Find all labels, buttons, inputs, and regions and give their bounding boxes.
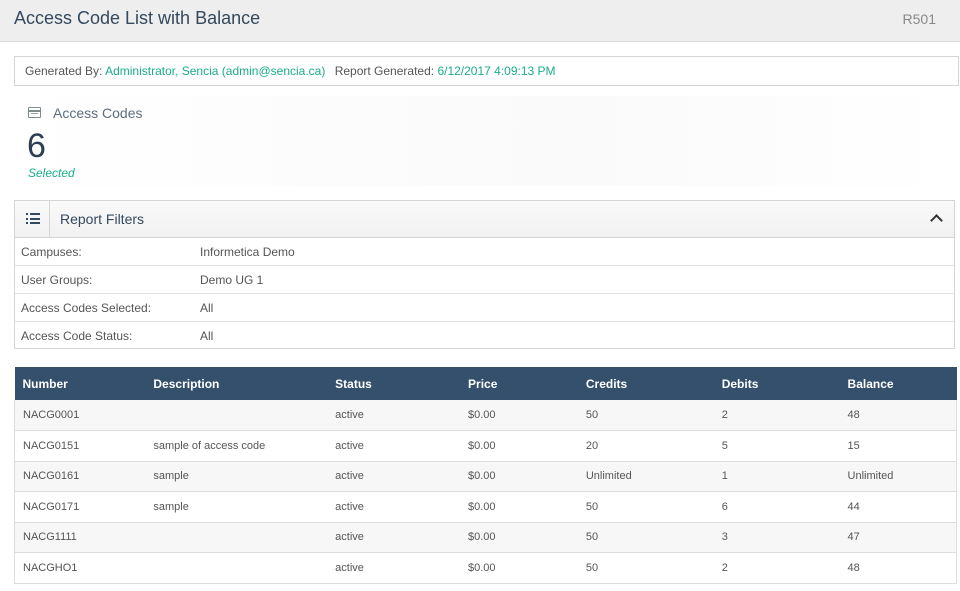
report-filters-title: Report Filters <box>60 211 145 227</box>
cell-description <box>145 522 328 553</box>
stat-label: Access Codes <box>53 105 143 121</box>
cell-credits: 50 <box>577 400 714 431</box>
table-row: NACG0161 sample active $0.00 Unlimited 1… <box>14 461 957 492</box>
column-header-balance[interactable]: Balance <box>839 367 957 400</box>
cell-number: NACGHO1 <box>14 552 146 584</box>
filter-label: Access Code Status: <box>21 329 133 343</box>
filter-label: Access Codes Selected: <box>21 301 152 315</box>
cell-debits: 3 <box>713 522 840 553</box>
column-header-price[interactable]: Price <box>460 367 578 400</box>
cell-price: $0.00 <box>460 522 578 553</box>
table-header-row: Number Description Status Price Credits … <box>14 367 957 400</box>
chevron-up-icon[interactable] <box>930 214 943 227</box>
report-generated-value: 6/12/2017 4:09:13 PM <box>437 64 556 78</box>
cell-status: active <box>327 552 461 584</box>
filter-row-access-codes-selected: Access Codes Selected: All <box>15 294 954 322</box>
filter-label: User Groups: <box>21 273 93 287</box>
cell-description: sample of access code <box>145 430 328 462</box>
access-codes-stat: Access Codes 6 Selected <box>14 96 950 186</box>
cell-status: active <box>327 522 461 553</box>
list-icon <box>26 213 40 224</box>
column-header-credits[interactable]: Credits <box>577 367 714 400</box>
cell-credits: Unlimited <box>577 461 714 492</box>
cell-balance: 44 <box>839 491 957 523</box>
cell-balance: 15 <box>839 430 957 462</box>
report-filters-header[interactable]: Report Filters <box>15 201 954 238</box>
cell-credits: 50 <box>577 552 714 584</box>
cell-number: NACG0151 <box>14 430 146 462</box>
table-row: NACGHO1 active $0.00 50 2 48 <box>14 552 957 584</box>
cell-balance: 47 <box>839 522 957 553</box>
filter-value: All <box>200 301 214 315</box>
cell-description <box>145 400 328 431</box>
report-generated-label: Report Generated: <box>334 64 435 78</box>
column-header-description[interactable]: Description <box>145 367 328 400</box>
cell-number: NACG0171 <box>14 491 146 523</box>
column-header-number[interactable]: Number <box>14 367 146 400</box>
filters-icon-box <box>15 201 50 237</box>
filter-row-access-code-status: Access Code Status: All <box>15 322 954 350</box>
cell-description: sample <box>145 461 328 492</box>
cell-status: active <box>327 430 461 462</box>
cell-debits: 5 <box>713 430 840 462</box>
cell-price: $0.00 <box>460 461 578 492</box>
cell-number: NACG0161 <box>14 461 146 492</box>
stat-sub: Selected <box>28 166 75 180</box>
cell-credits: 50 <box>577 522 714 553</box>
table-row: NACG0001 active $0.00 50 2 48 <box>14 400 957 431</box>
filter-row-campuses: Campuses: Informetica Demo <box>15 238 954 266</box>
cell-debits: 6 <box>713 491 840 523</box>
access-codes-table: Number Description Status Price Credits … <box>14 367 957 584</box>
filter-row-user-groups: User Groups: Demo UG 1 <box>15 266 954 294</box>
table-row: NACG0171 sample active $0.00 50 6 44 <box>14 491 957 523</box>
cell-credits: 50 <box>577 491 714 523</box>
filter-label: Campuses: <box>21 245 82 259</box>
cell-balance: Unlimited <box>839 461 957 492</box>
cell-status: active <box>327 491 461 523</box>
report-filters-panel: Report Filters Campuses: Informetica Dem… <box>14 200 955 349</box>
cell-balance: 48 <box>839 552 957 584</box>
cell-status: active <box>327 461 461 492</box>
page-title: Access Code List with Balance <box>14 8 261 28</box>
stat-value: 6 <box>27 127 46 165</box>
cell-number: NACG1111 <box>14 522 146 553</box>
report-code: R501 <box>902 11 936 27</box>
cell-number: NACG0001 <box>14 400 146 431</box>
title-bar: Access Code List with Balance R501 <box>0 0 960 42</box>
cell-price: $0.00 <box>460 491 578 523</box>
cell-description <box>145 552 328 584</box>
column-header-debits[interactable]: Debits <box>713 367 840 400</box>
filter-value: Demo UG 1 <box>200 273 264 287</box>
cell-debits: 2 <box>713 552 840 584</box>
filter-value: All <box>200 329 214 343</box>
generated-info: Generated By: Administrator, Sencia (adm… <box>14 56 959 86</box>
cell-status: active <box>327 400 461 431</box>
cell-price: $0.00 <box>460 552 578 584</box>
cell-debits: 2 <box>713 400 840 431</box>
credit-card-icon <box>28 107 41 118</box>
generated-by-value: Administrator, Sencia (admin@sencia.ca) <box>105 64 326 78</box>
cell-debits: 1 <box>713 461 840 492</box>
cell-credits: 20 <box>577 430 714 462</box>
column-header-status[interactable]: Status <box>327 367 461 400</box>
cell-description: sample <box>145 491 328 523</box>
cell-balance: 48 <box>839 400 957 431</box>
cell-price: $0.00 <box>460 430 578 462</box>
cell-price: $0.00 <box>460 400 578 431</box>
generated-by-label: Generated By: <box>25 64 103 78</box>
table-row: NACG0151 sample of access code active $0… <box>14 430 957 462</box>
table-row: NACG1111 active $0.00 50 3 47 <box>14 522 957 553</box>
filter-value: Informetica Demo <box>200 245 295 259</box>
